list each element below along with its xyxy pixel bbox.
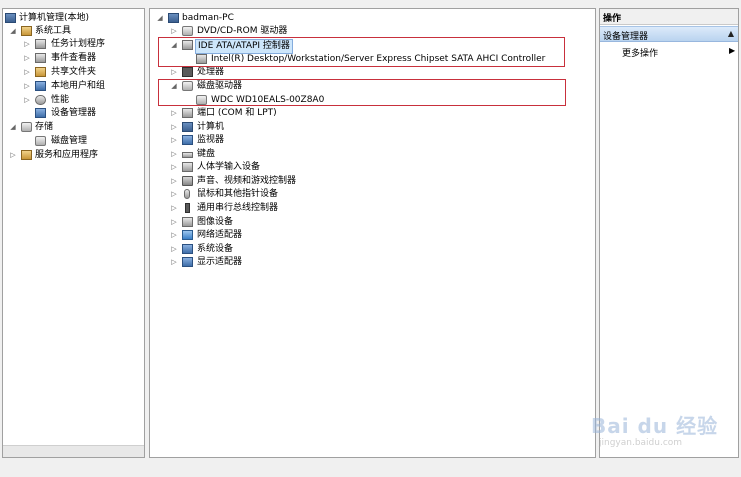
computer-icon [168,13,179,23]
tree-item-label: 事件查看器 [51,53,97,63]
tree-root-label: 计算机管理(本地) [19,13,90,23]
expand-arrow-icon[interactable]: ▷ [170,161,178,174]
hid-icon [182,162,193,172]
storage-icon [21,122,32,132]
disk-icon [35,136,46,146]
collapse-arrow-icon[interactable]: ◢ [9,121,17,134]
baidu-watermark: Bai du 经验 jingyan.baidu.com [581,404,731,454]
expand-arrow-icon[interactable]: ▷ [170,216,178,229]
dvd-drive-icon [182,26,193,36]
usb-icon [185,203,190,213]
network-adapter-icon [182,230,193,240]
expand-arrow-icon[interactable]: ▷ [170,66,178,79]
performance-icon [35,95,46,105]
system-tools-icon [21,26,32,36]
tree-item-label: 系统工具 [35,26,72,36]
tree-item-label: 磁盘管理 [51,136,88,146]
actions-section-device-manager[interactable]: 设备管理器 ▲ [600,26,738,42]
tree-item-label: 任务计划程序 [51,39,106,49]
mouse-icon [184,189,190,199]
device-category-label: 监视器 [197,135,225,145]
expand-arrow-icon[interactable]: ▷ [9,149,17,162]
tree-item-label: 共享文件夹 [51,67,97,77]
expand-arrow-icon[interactable]: ▷ [170,229,178,242]
tree-item-label: 性能 [51,95,70,105]
folder-icon [35,67,46,77]
device-category-label: 计算机 [197,122,225,132]
actions-header-label: 操作 [603,14,622,24]
device-category-label: 键盘 [197,149,216,159]
device-category-label: 声音、视频和游戏控制器 [197,176,297,186]
expand-arrow-icon[interactable]: ▷ [170,256,178,269]
computer-management-icon [5,13,16,23]
navigation-tree-pane: 计算机管理(本地) ◢ 系统工具 ▷ 任务计划程序 ▷ 事件查看器 ▷ 共享文件… [2,8,145,458]
clock-icon [35,39,46,49]
device-category-label: 鼠标和其他指针设备 [197,189,279,199]
device-tree-pane: ◢ badman-PC ▷ DVD/CD-ROM 驱动器 ◢ IDE ATA/A… [149,8,596,458]
horizontal-scrollbar[interactable] [3,445,144,457]
collapse-arrow-icon[interactable]: ◢ [156,12,164,25]
expand-arrow-icon[interactable]: ▷ [170,243,178,256]
actions-header: 操作 [600,9,738,25]
device-category-label: 通用串行总线控制器 [197,203,279,213]
expand-arrow-icon[interactable]: ▷ [170,202,178,215]
device-category-label: 处理器 [197,67,225,77]
expand-arrow-icon[interactable]: ▷ [23,80,31,93]
watermark-brand: Bai du 经验 [591,414,719,438]
computer-icon [182,122,193,132]
tree-item-label: 本地用户和组 [51,81,106,91]
expand-arrow-icon[interactable]: ▷ [170,134,178,147]
watermark-url: jingyan.baidu.com [599,438,683,448]
highlight-ide-box [158,37,565,67]
display-adapter-icon [182,257,193,267]
tree-item-label: 存储 [35,122,54,132]
expand-arrow-icon[interactable]: ▷ [170,121,178,134]
speaker-icon [182,176,193,186]
device-category-label: 网络适配器 [197,230,243,240]
keyboard-icon [182,152,193,158]
submenu-arrow-icon[interactable]: ▶ [729,46,735,55]
services-icon [21,150,32,160]
expand-arrow-icon[interactable]: ▷ [23,94,31,107]
device-category-label: 显示适配器 [197,257,243,267]
expand-arrow-icon[interactable]: ▷ [23,38,31,51]
device-manager-icon [35,108,46,118]
camera-icon [182,217,193,227]
more-actions-link[interactable]: 更多操作 [622,46,658,59]
expand-arrow-icon[interactable]: ▷ [23,52,31,65]
expand-arrow-icon[interactable]: ▷ [170,188,178,201]
monitor-icon [182,135,193,145]
actions-pane: 操作 设备管理器 ▲ 更多操作 ▶ [599,8,739,458]
system-device-icon [182,244,193,254]
highlight-disk-box [158,79,566,106]
device-category-label: 系统设备 [197,244,234,254]
tree-item-label: 服务和应用程序 [35,150,99,160]
expand-arrow-icon[interactable]: ▷ [170,175,178,188]
device-category-label: 人体学输入设备 [197,162,261,172]
device-category-label: 图像设备 [197,217,234,227]
device-root-label: badman-PC [182,13,234,23]
collapse-arrow-icon[interactable]: ◢ [9,25,17,38]
expand-arrow-icon[interactable]: ▷ [170,148,178,161]
port-icon [182,108,193,118]
users-icon [35,81,46,91]
actions-section-label: 设备管理器 [603,32,649,42]
processor-icon [182,67,193,77]
event-viewer-icon [35,53,46,63]
collapse-triangle-icon[interactable]: ▲ [728,29,734,38]
expand-arrow-icon[interactable]: ▷ [170,107,178,120]
device-category-label: 端口 (COM 和 LPT) [197,108,277,118]
tree-item-label: 设备管理器 [51,108,97,118]
expand-arrow-icon[interactable]: ▷ [23,66,31,79]
